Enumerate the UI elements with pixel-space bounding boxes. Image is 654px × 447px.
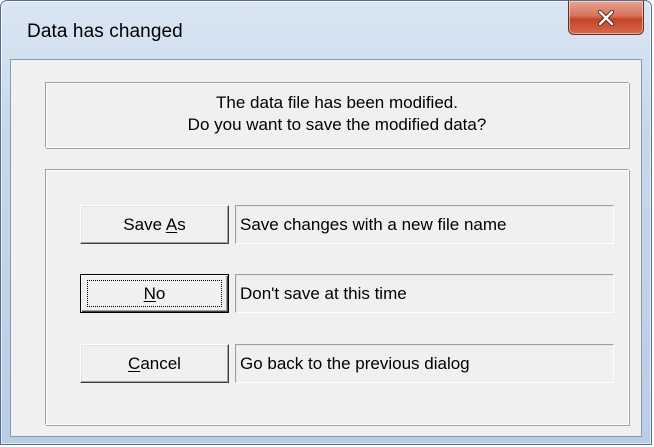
cancel-button-label: Cancel (128, 353, 181, 373)
no-button[interactable]: No (80, 274, 229, 313)
options-group: Save As Save changes with a new file nam… (45, 169, 629, 425)
save-as-button-label: Save As (123, 214, 186, 234)
cancel-description: Go back to the previous dialog (235, 344, 614, 383)
close-button[interactable] (568, 1, 644, 35)
message-line-2: Do you want to save the modified data? (187, 115, 487, 134)
save-as-description: Save changes with a new file name (235, 205, 614, 244)
cancel-button[interactable]: Cancel (80, 344, 229, 383)
message-line-1: The data file has been modified. (216, 93, 458, 112)
no-description: Don't save at this time (235, 274, 614, 313)
message-panel: The data file has been modified. Do you … (45, 82, 629, 148)
title-bar[interactable]: Data has changed (1, 1, 651, 59)
dialog-window: Data has changed The data file has been … (0, 0, 652, 445)
window-title: Data has changed (27, 21, 183, 42)
dialog-client-area: The data file has been modified. Do you … (10, 59, 642, 437)
close-x-icon (597, 9, 615, 26)
no-button-label: No (143, 283, 166, 303)
save-as-button[interactable]: Save As (80, 205, 229, 244)
